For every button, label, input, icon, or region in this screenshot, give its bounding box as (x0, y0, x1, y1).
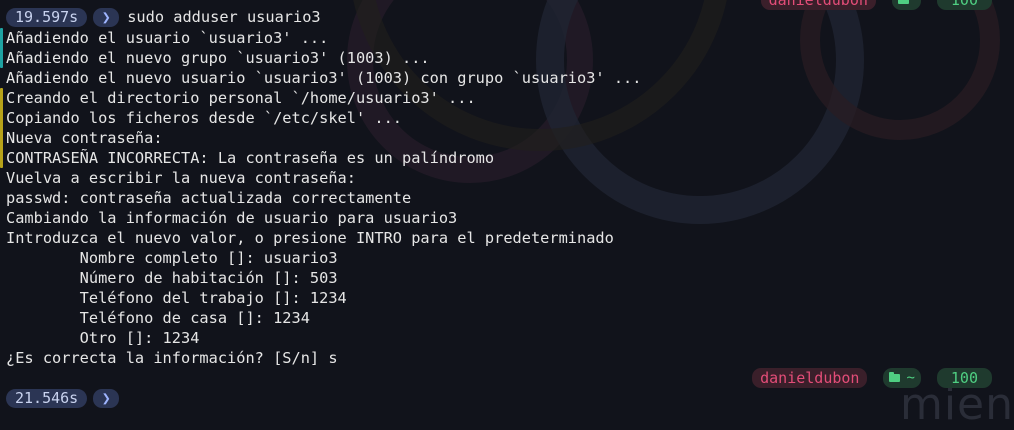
folder-icon (889, 372, 901, 382)
prompt-chevron-icon: ❯ (93, 388, 120, 408)
output-line: Cambiando la información de usuario para… (6, 209, 458, 227)
output-line: Añadiendo el nuevo usuario `usuario3' (1… (6, 69, 642, 87)
command-prompt: 19.597s ❯ sudo adduser usuario3 (6, 6, 1008, 28)
command-duration: 21.546s (6, 388, 88, 408)
command-text: sudo adduser usuario3 (127, 8, 321, 26)
output-line: ¿Es correcta la información? [S/n] s (6, 349, 338, 367)
output-line: Vuelva a escribir la nueva contraseña: (6, 169, 356, 187)
accent-bar-teal (0, 28, 3, 68)
current-prompt[interactable]: 21.546s ❯ (6, 387, 120, 409)
directory-badge: ~ (883, 368, 921, 388)
battery-badge: 100 (936, 368, 992, 388)
output-line: Otro []: 1234 (6, 329, 200, 347)
output-line: passwd: contraseña actualizada correctam… (6, 189, 412, 207)
accent-bar-yellow (0, 88, 3, 168)
username-badge: danieldubon (752, 368, 868, 388)
output-line: Introduzca el nuevo valor, o presione IN… (6, 229, 614, 247)
output-line: Teléfono del trabajo []: 1234 (6, 289, 347, 307)
output-line: Nombre completo []: usuario3 (6, 249, 338, 267)
directory-label: ~ (906, 370, 915, 386)
output-line: Número de habitación []: 503 (6, 269, 338, 287)
command-duration: 19.597s (6, 7, 88, 27)
folder-icon (897, 0, 909, 4)
output-line: CONTRASEÑA INCORRECTA: La contraseña es … (6, 149, 495, 167)
output-line: Copiando los ficheros desde `/etc/skel' … (6, 109, 403, 127)
right-prompt-bottom: danieldubon ~ 100 (752, 368, 992, 388)
output-line: Nueva contraseña: (6, 129, 163, 147)
output-line: Añadiendo el usuario `usuario3' ... (6, 29, 329, 47)
output-line: Teléfono de casa []: 1234 (6, 309, 310, 327)
prompt-chevron-icon: ❯ (93, 7, 120, 27)
output-block: Añadiendo el usuario `usuario3' ... Añadi… (6, 28, 1008, 368)
output-line: Añadiendo el nuevo grupo `usuario3' (100… (6, 49, 430, 67)
terminal-output[interactable]: 19.597s ❯ sudo adduser usuario3 Añadiend… (6, 6, 1008, 368)
output-line: Creando el directorio personal `/home/us… (6, 89, 476, 107)
